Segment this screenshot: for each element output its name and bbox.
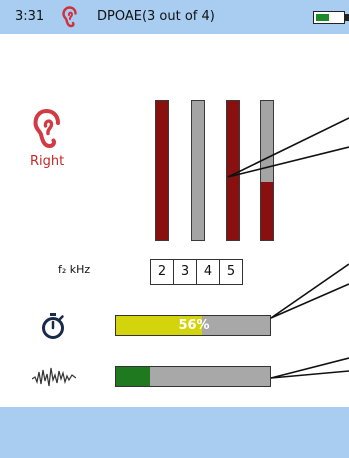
pointer-lines <box>227 117 349 379</box>
footer-bar <box>0 407 349 458</box>
